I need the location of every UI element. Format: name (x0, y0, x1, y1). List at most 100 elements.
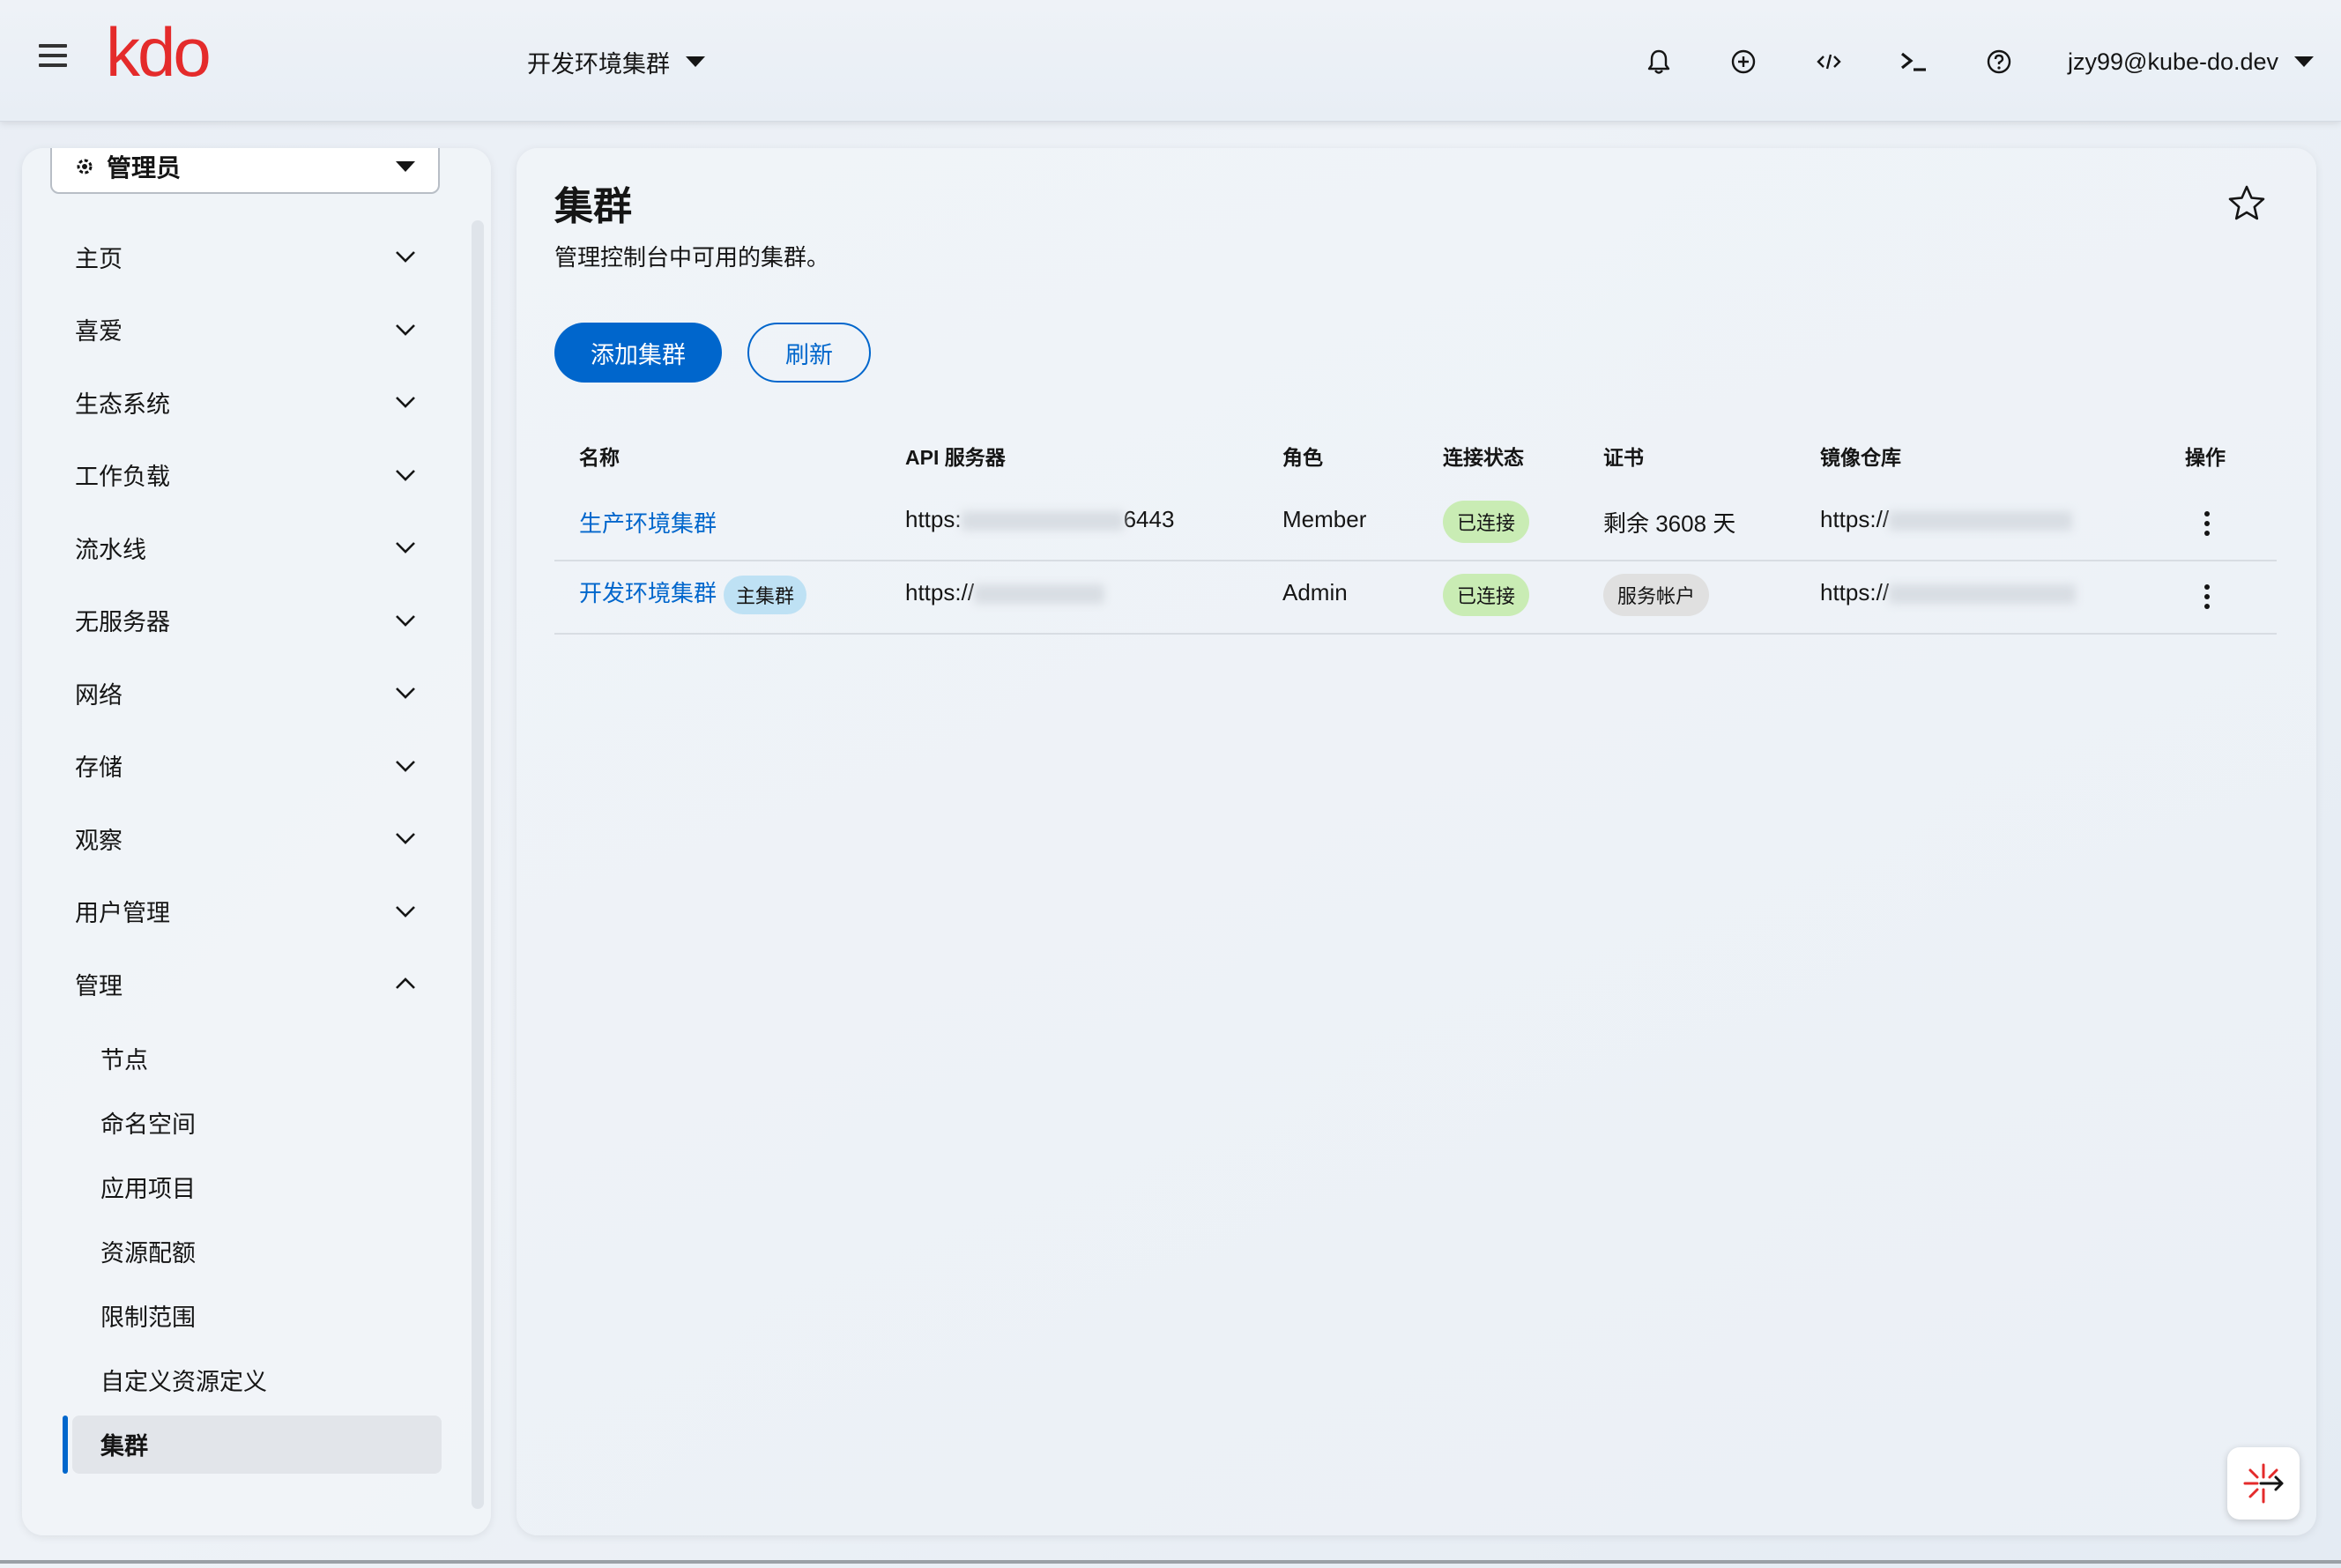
nav-item-label: 喜爱 (75, 318, 123, 346)
sub-item-nodes[interactable]: 节点 (72, 1026, 442, 1090)
registry-prefix: https:// (1820, 579, 1890, 606)
nav-item-favorites[interactable]: 喜爱 (22, 294, 491, 367)
nav-item-label: 无服务器 (75, 609, 170, 636)
chevron-down-icon (396, 469, 415, 481)
chevron-down-icon (396, 760, 415, 772)
cluster-switcher-label: 开发环境集群 (527, 50, 670, 78)
cluster-switcher[interactable]: 开发环境集群 (527, 42, 705, 81)
column-header-registry[interactable]: 镜像仓库 (1820, 441, 1901, 471)
nav-item-label: 管理 (75, 972, 123, 1000)
chevron-down-icon (396, 251, 415, 264)
nav-item-pipelines[interactable]: 流水线 (22, 511, 491, 584)
help-icon[interactable] (1981, 44, 2017, 79)
code-icon[interactable] (1811, 44, 1847, 79)
user-name: jzy99@kube-do.dev (2068, 48, 2279, 75)
chevron-down-icon (396, 542, 415, 554)
cluster-name-cell: 开发环境集群 主集群 (579, 576, 807, 615)
cluster-name-link[interactable]: 开发环境集群 (579, 580, 717, 606)
nav-item-home[interactable]: 主页 (22, 220, 491, 294)
sub-item-app-projects[interactable]: 应用项目 (72, 1155, 442, 1219)
page-description: 管理控制台中可用的集群。 (554, 244, 830, 271)
api-server-url: https:// (905, 579, 1105, 606)
perspective-label: 管理员 (107, 154, 182, 182)
nav-item-label: 观察 (75, 827, 123, 854)
cert-badge: 服务帐户 (1603, 574, 1710, 616)
main-cluster-badge: 主集群 (724, 576, 807, 615)
cert-value: 剩余 3608 天 (1603, 510, 1736, 537)
redacted-text (1889, 584, 2077, 605)
caret-down-icon (396, 161, 415, 172)
assistant-launcher[interactable] (2227, 1447, 2300, 1520)
nav-item-observe[interactable]: 观察 (22, 802, 491, 875)
sparkle-arrow-icon (2243, 1463, 2284, 1504)
add-cluster-button[interactable]: 添加集群 (554, 323, 722, 383)
caret-down-icon (686, 56, 705, 67)
sub-item-limit-ranges[interactable]: 限制范围 (72, 1283, 442, 1348)
sidebar: 管理员 主页 喜爱 生态系统 工作负载 流水线 无服务器 网络 存储 观察 用户… (22, 148, 491, 1535)
api-server-suffix: 6443 (1123, 506, 1175, 532)
registry-url: https:// (1820, 579, 2077, 606)
column-header-role[interactable]: 角色 (1282, 441, 1323, 471)
status-badge-label: 已连接 (1443, 574, 1530, 616)
chevron-down-icon (396, 687, 415, 700)
column-header-name[interactable]: 名称 (579, 441, 620, 471)
nav-list: 主页 喜爱 生态系统 工作负载 流水线 无服务器 网络 存储 观察 用户管理 管… (22, 220, 491, 1474)
nav-item-label: 主页 (75, 245, 123, 272)
status-badge-label: 已连接 (1443, 501, 1530, 543)
chevron-down-icon (396, 323, 415, 336)
column-header-status[interactable]: 连接状态 (1443, 441, 1524, 471)
nav-item-label: 用户管理 (75, 900, 170, 927)
window-bottom-edge (0, 1560, 2341, 1564)
nav-item-networking[interactable]: 网络 (22, 657, 491, 730)
menu-toggle-icon[interactable] (39, 44, 67, 71)
terminal-icon[interactable] (1897, 44, 1932, 79)
registry-prefix: https:// (1820, 506, 1890, 532)
chevron-up-icon (396, 977, 415, 990)
refresh-button[interactable]: 刷新 (747, 323, 871, 383)
nav-item-administration[interactable]: 管理 (22, 947, 491, 1021)
nav-item-label: 生态系统 (75, 390, 170, 418)
nav-item-label: 流水线 (75, 536, 146, 563)
api-server-prefix: https: (905, 506, 962, 532)
column-header-actions: 操作 (2185, 446, 2226, 469)
kebab-menu-icon[interactable] (2194, 506, 2220, 541)
nav-item-serverless[interactable]: 无服务器 (22, 584, 491, 658)
perspective-switcher[interactable]: 管理员 (50, 148, 440, 194)
sub-item-clusters[interactable]: 集群 (72, 1415, 442, 1474)
sidebar-scrollbar[interactable] (472, 220, 484, 1509)
logo[interactable]: kdo (106, 12, 212, 92)
plus-circle-icon[interactable] (1726, 44, 1761, 79)
role-value: Member (1282, 506, 1367, 532)
table-header: 名称 API 服务器 角色 连接状态 证书 镜像仓库 操作 (554, 412, 2277, 488)
cert-badge-label: 服务帐户 (1603, 574, 1710, 616)
chevron-down-icon (396, 397, 415, 409)
api-server-prefix: https:// (905, 579, 975, 606)
table-row: 生产环境集群 https: 6443 Member 已连接 剩余 3608 天 h… (554, 488, 2277, 561)
nav-item-storage[interactable]: 存储 (22, 730, 491, 803)
sub-item-crds[interactable]: 自定义资源定义 (72, 1348, 442, 1412)
cluster-name-link[interactable]: 生产环境集群 (579, 506, 717, 539)
status-badge: 已连接 (1443, 574, 1530, 616)
column-header-api-server[interactable]: API 服务器 (905, 441, 1006, 471)
column-header-cert[interactable]: 证书 (1603, 441, 1644, 471)
status-badge: 已连接 (1443, 501, 1530, 543)
nav-item-user-management[interactable]: 用户管理 (22, 875, 491, 948)
chevron-down-icon (396, 833, 415, 845)
chevron-down-icon (396, 614, 415, 627)
main-content: 集群 管理控制台中可用的集群。 添加集群 刷新 名称 API 服务器 角色 连接… (517, 148, 2316, 1535)
nav-item-ecosystem[interactable]: 生态系统 (22, 366, 491, 439)
nav-item-workloads[interactable]: 工作负载 (22, 439, 491, 512)
sub-item-resource-quotas[interactable]: 资源配额 (72, 1219, 442, 1283)
role-value: Admin (1282, 579, 1348, 606)
bell-icon[interactable] (1641, 44, 1676, 79)
page-title: 集群 (554, 185, 632, 228)
kebab-menu-icon[interactable] (2194, 579, 2220, 614)
nav-item-label: 存储 (75, 754, 123, 782)
sub-item-namespaces[interactable]: 命名空间 (72, 1090, 442, 1155)
nav-item-label: 网络 (75, 681, 123, 709)
cluster-table: 名称 API 服务器 角色 连接状态 证书 镜像仓库 操作 生产环境集群 htt… (554, 412, 2277, 635)
gear-icon (77, 159, 93, 175)
user-menu[interactable]: jzy99@kube-do.dev (2068, 42, 2315, 81)
star-icon[interactable] (2226, 183, 2267, 224)
api-server-url: https: 6443 (905, 506, 1174, 533)
